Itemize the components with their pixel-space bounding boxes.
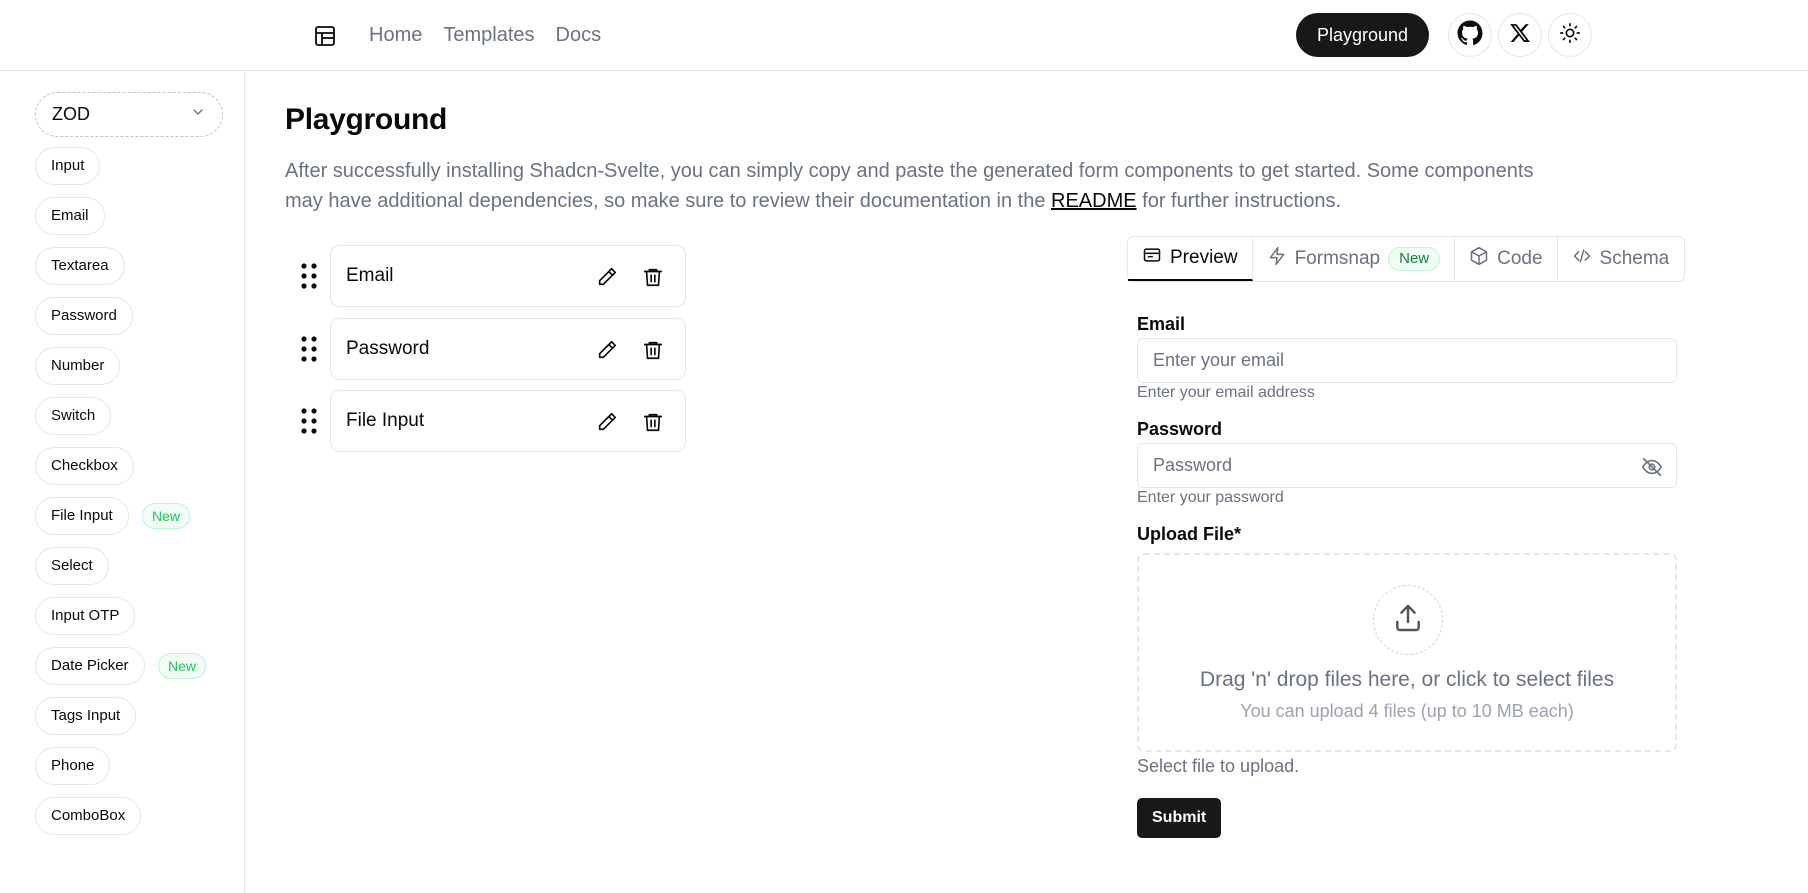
upload-icon-circle — [1373, 585, 1443, 655]
preview-icon — [1142, 245, 1162, 271]
email-label: Email — [1137, 314, 1186, 334]
description-text-end: for further instructions. — [1136, 190, 1342, 212]
sidebar-item-checkbox[interactable]: Checkbox — [35, 447, 134, 485]
new-badge: New — [142, 503, 191, 529]
drag-handle-icon[interactable] — [296, 335, 322, 363]
eye-off-icon[interactable] — [1641, 456, 1663, 478]
sidebar-item-file-input[interactable]: File Input — [35, 497, 129, 535]
playground-button[interactable]: Playground — [1296, 13, 1430, 57]
sidebar-item-tags-input[interactable]: Tags Input — [35, 697, 137, 735]
trash-icon[interactable] — [642, 266, 664, 288]
upload-icon — [1392, 602, 1424, 639]
layout-icon[interactable] — [313, 24, 337, 48]
password-help-text: Enter your password — [1137, 489, 1284, 506]
dropzone-subtitle: You can upload 4 files (up to 10 MB each… — [1240, 701, 1574, 721]
email-input[interactable]: Enter your email — [1137, 338, 1677, 383]
field-card: Password — [330, 318, 686, 380]
new-badge: New — [158, 653, 207, 679]
tab-preview-label: Preview — [1170, 247, 1238, 268]
page-title: Playground — [285, 103, 448, 136]
drag-handle-icon[interactable] — [296, 407, 322, 435]
sidebar-item-textarea[interactable]: Textarea — [35, 247, 125, 285]
field-card-label: Email — [346, 265, 394, 286]
sidebar-item-input[interactable]: Input — [35, 147, 101, 185]
pencil-icon[interactable] — [596, 266, 618, 288]
sidebar-item-phone[interactable]: Phone — [35, 747, 111, 785]
zap-icon — [1267, 246, 1287, 272]
trash-icon[interactable] — [642, 411, 664, 433]
code-icon — [1572, 246, 1592, 272]
description-text: After successfully installing Shadcn-Sve… — [285, 160, 1534, 212]
tab-code-label: Code — [1497, 248, 1543, 269]
pencil-icon[interactable] — [596, 339, 618, 361]
theme-toggle-button[interactable] — [1548, 13, 1592, 57]
x-icon — [1509, 22, 1531, 49]
new-badge: New — [1388, 247, 1441, 271]
nav-docs-link[interactable]: Docs — [556, 22, 602, 48]
field-card: File Input — [330, 390, 686, 452]
field-card-label: File Input — [346, 410, 425, 431]
library-select[interactable]: ZOD — [35, 92, 223, 137]
tab-schema[interactable]: Schema — [1558, 237, 1684, 281]
upload-help-text: Select file to upload. — [1137, 756, 1300, 776]
chevron-down-icon — [190, 104, 206, 125]
tab-code[interactable]: Code — [1455, 237, 1558, 281]
preview-tabs: Preview Formsnap New Code Schema — [1127, 236, 1685, 282]
top-navbar: Home Templates Docs Playground — [0, 0, 1808, 71]
password-label: Password — [1137, 419, 1223, 439]
sidebar: ZOD Input Email Textarea Password Number… — [0, 71, 245, 893]
main-nav: Home Templates Docs — [369, 22, 601, 48]
github-button[interactable] — [1448, 13, 1492, 57]
field-card-label: Password — [346, 338, 430, 359]
page-description: After successfully installing Shadcn-Sve… — [285, 156, 1545, 216]
github-icon — [1457, 20, 1483, 51]
sidebar-item-number[interactable]: Number — [35, 347, 121, 385]
tab-schema-label: Schema — [1599, 248, 1670, 269]
sidebar-item-select[interactable]: Select — [35, 547, 109, 585]
nav-templates-link[interactable]: Templates — [443, 22, 534, 48]
email-help-text: Enter your email address — [1137, 384, 1315, 401]
sidebar-item-switch[interactable]: Switch — [35, 397, 112, 435]
readme-link[interactable]: README — [1051, 190, 1137, 212]
tab-formsnap[interactable]: Formsnap New — [1253, 237, 1456, 281]
trash-icon[interactable] — [642, 339, 664, 361]
box-icon — [1469, 246, 1489, 272]
sidebar-item-input-otp[interactable]: Input OTP — [35, 597, 136, 635]
upload-label: Upload File* — [1137, 524, 1242, 544]
tab-formsnap-label: Formsnap — [1294, 248, 1381, 269]
nav-home-link[interactable]: Home — [369, 22, 422, 48]
sidebar-item-email[interactable]: Email — [35, 197, 105, 235]
submit-button[interactable]: Submit — [1137, 798, 1222, 838]
field-card: Email — [330, 245, 686, 307]
library-select-value: ZOD — [52, 104, 90, 124]
x-twitter-button[interactable] — [1498, 13, 1542, 57]
dropzone-title: Drag 'n' drop files here, or click to se… — [1199, 668, 1615, 691]
pencil-icon[interactable] — [596, 411, 618, 433]
tab-preview[interactable]: Preview — [1128, 237, 1253, 281]
sidebar-item-date-picker[interactable]: Date Picker — [35, 647, 145, 685]
password-input[interactable]: Password — [1137, 443, 1677, 488]
drag-handle-icon[interactable] — [296, 262, 322, 290]
file-dropzone[interactable]: Drag 'n' drop files here, or click to se… — [1137, 553, 1677, 752]
sidebar-item-combobox[interactable]: ComboBox — [35, 797, 142, 835]
sidebar-item-password[interactable]: Password — [35, 297, 133, 335]
sun-icon — [1559, 22, 1581, 49]
